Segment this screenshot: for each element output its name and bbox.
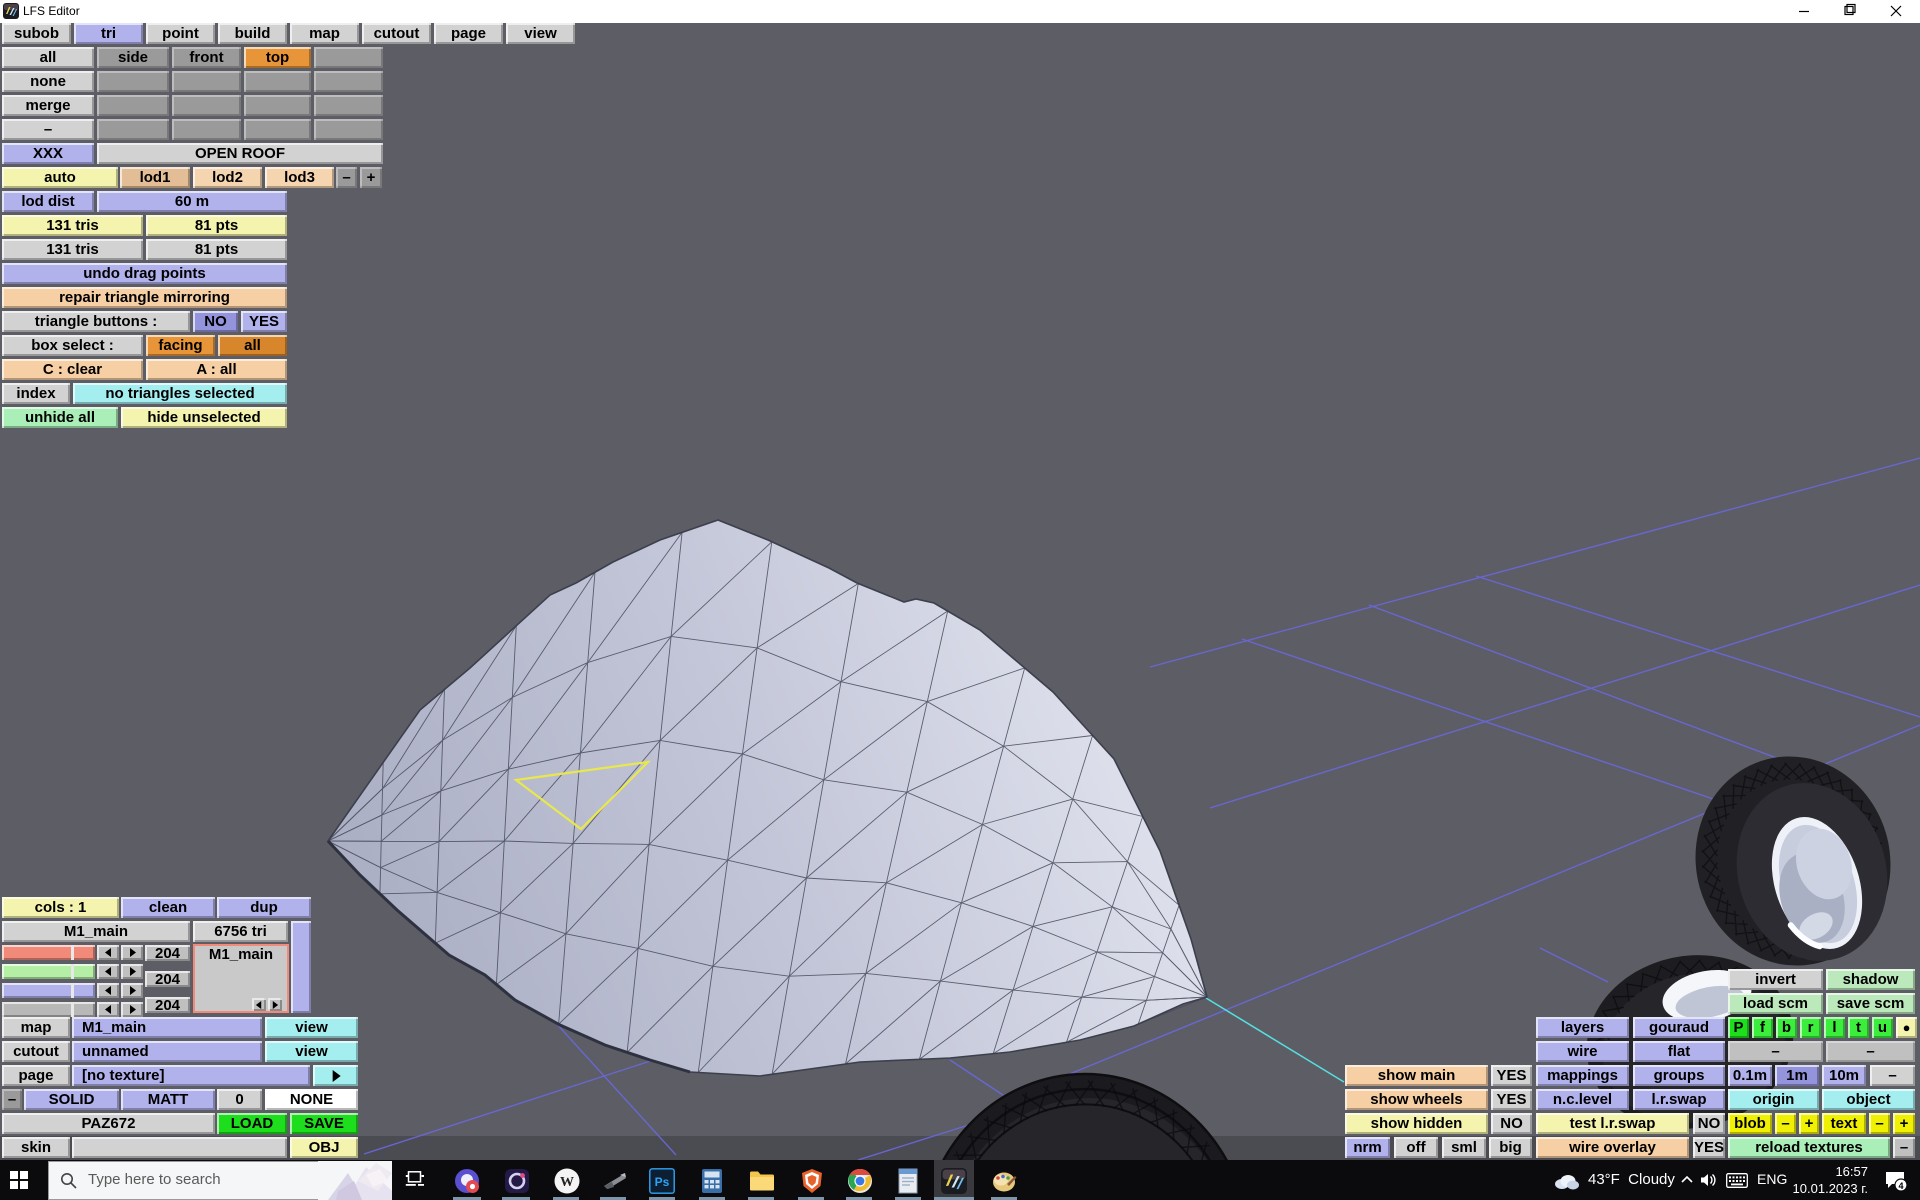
- svg-text:Ps: Ps: [655, 1175, 670, 1189]
- svg-text:W: W: [560, 1175, 574, 1190]
- svg-text:4: 4: [1898, 1181, 1903, 1191]
